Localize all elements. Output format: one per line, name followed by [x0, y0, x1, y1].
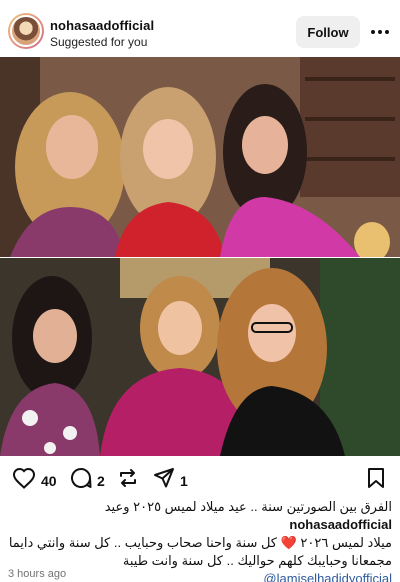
caption-line-2: ميلاد لميس ٢٠٢٦ ❤️ كل سنة واحنا صحاب وحب… [8, 534, 392, 552]
comment-icon[interactable] [70, 467, 92, 494]
caption-username[interactable]: nohasaadofficial [289, 517, 392, 532]
share-action[interactable]: 1 [153, 467, 188, 494]
like-action[interactable]: 40 [12, 467, 57, 494]
like-count[interactable]: 40 [41, 473, 57, 489]
bookmark-icon[interactable] [366, 467, 386, 494]
follow-button[interactable]: Follow [296, 16, 360, 48]
post-header: nohasaadofficial Suggested for you Follo… [0, 0, 400, 64]
caption-line-3-text: مجمعانا وحبايبك كلهم حواليك .. كل سنة وا… [122, 553, 392, 568]
caption-line-1: الفرق بين الصورتين سنة .. عيد ميلاد لميس… [8, 498, 392, 534]
post-username[interactable]: nohasaadofficial [50, 18, 154, 33]
comment-action[interactable]: 2 [70, 467, 105, 494]
avatar-image [10, 15, 42, 47]
red-heart-emoji: ❤️ [280, 535, 297, 550]
share-count[interactable]: 1 [180, 473, 188, 489]
mention-link[interactable]: @lamiselhadidyofficial [263, 571, 392, 582]
avatar[interactable] [8, 13, 44, 49]
comment-count[interactable]: 2 [97, 473, 105, 489]
suggested-label: Suggested for you [50, 35, 148, 49]
more-dots-icon[interactable] [368, 20, 392, 44]
repost-icon[interactable] [117, 467, 139, 494]
caption-line-2-post: كل سنة واحنا صحاب وحبايب .. كل سنة وانتي… [8, 535, 277, 550]
post-photo-bottom[interactable] [0, 258, 400, 456]
caption-line-2-pre: ميلاد لميس ٢٠٢٦ [300, 535, 392, 550]
caption-line-1-text: الفرق بين الصورتين سنة .. عيد ميلاد لميس… [104, 499, 392, 514]
paper-plane-icon[interactable] [153, 467, 175, 494]
post-actions: 40 2 1 [0, 461, 400, 497]
save-action[interactable] [366, 467, 386, 494]
heart-icon[interactable] [12, 467, 36, 494]
repost-action[interactable] [117, 467, 139, 494]
post-photo-top[interactable] [0, 57, 400, 257]
post-timestamp: 3 hours ago [8, 568, 67, 580]
